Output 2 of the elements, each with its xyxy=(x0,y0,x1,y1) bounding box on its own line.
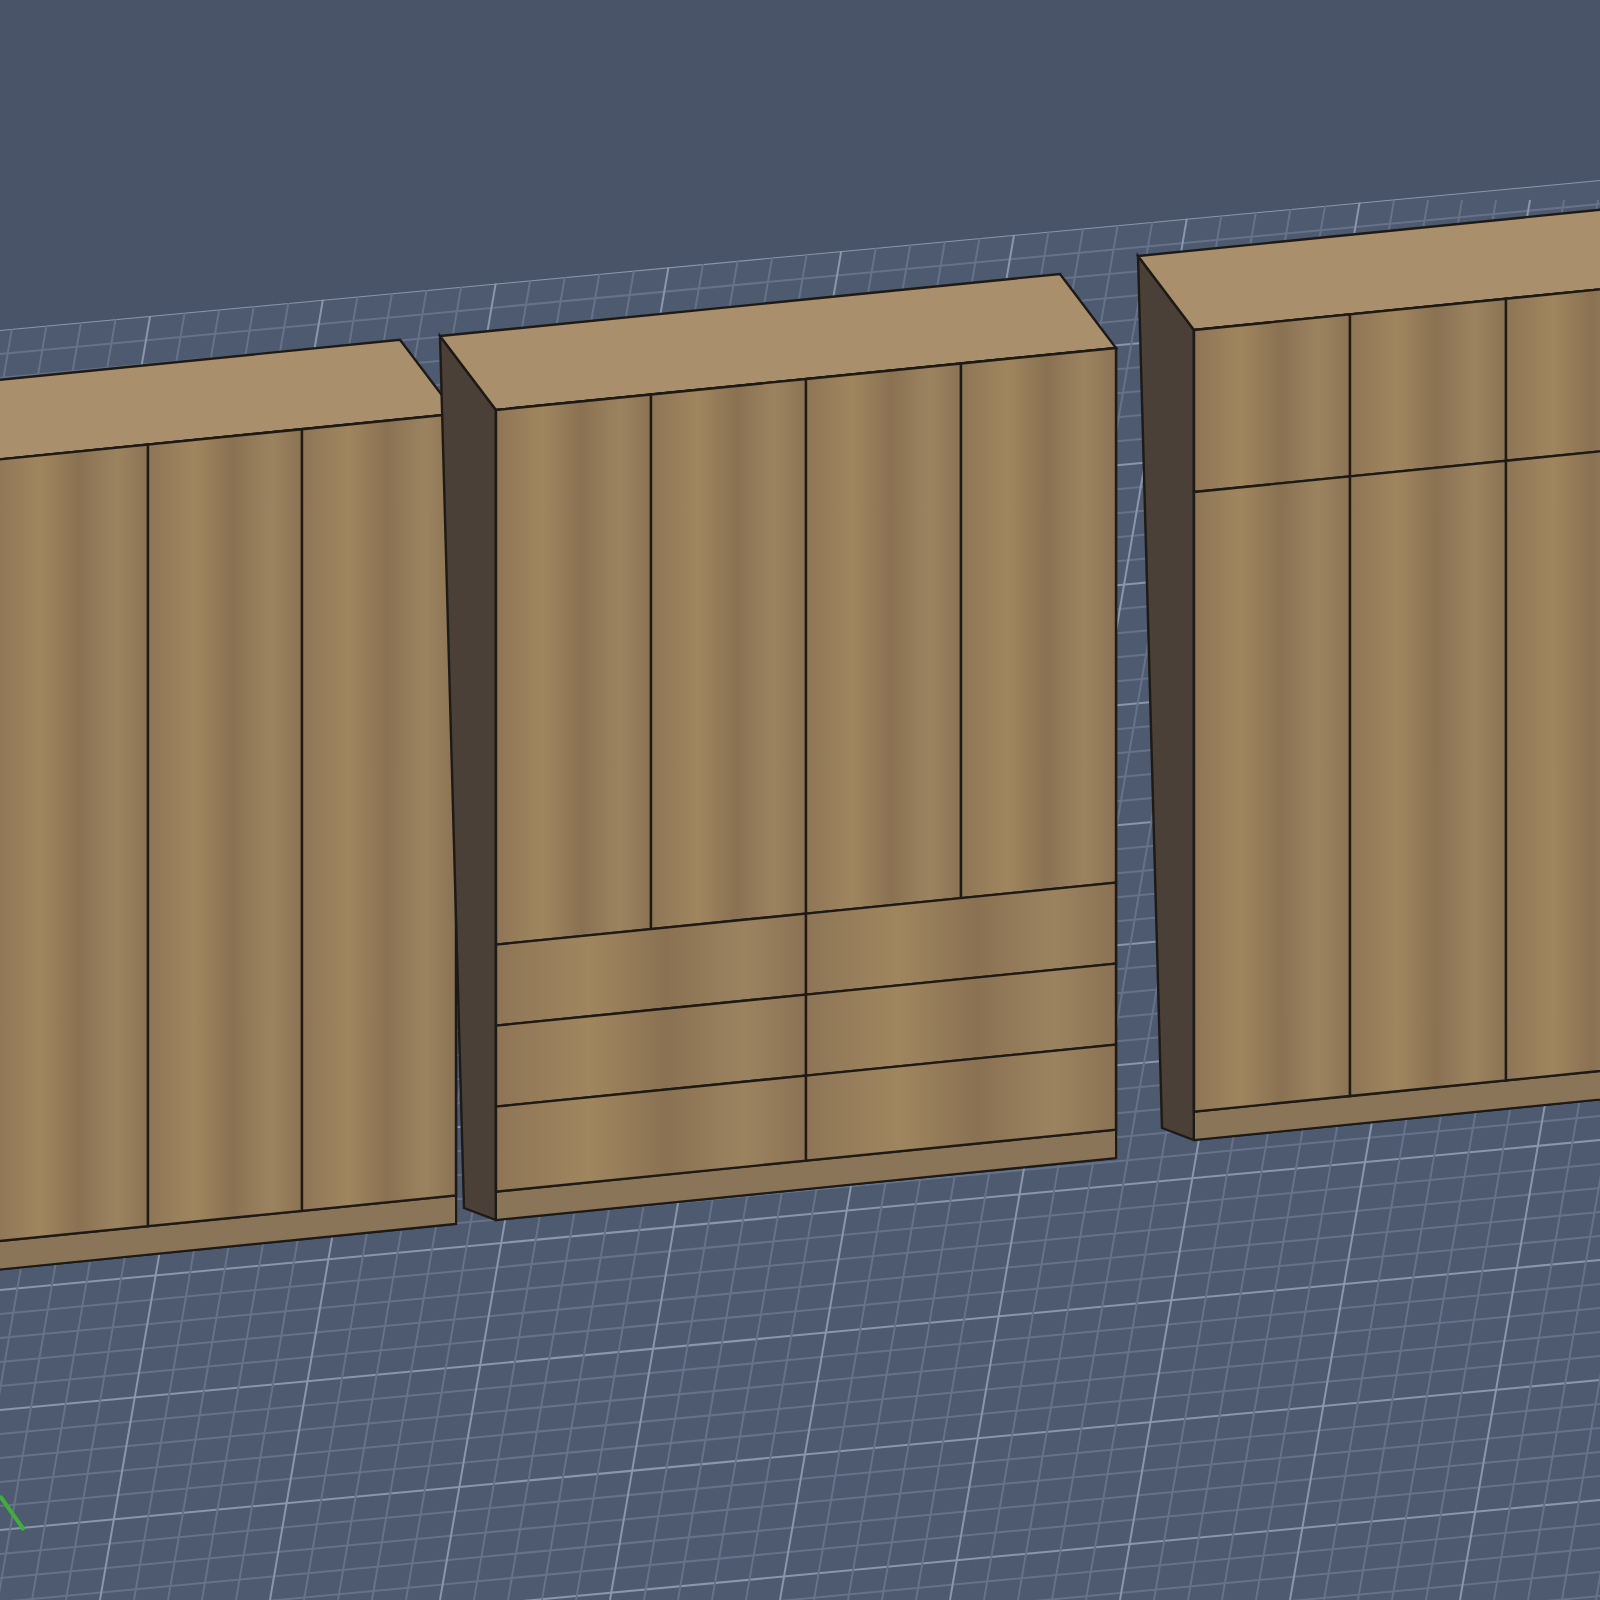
axis-line xyxy=(0,1494,26,1532)
3d-viewport[interactable] xyxy=(0,0,1600,1600)
